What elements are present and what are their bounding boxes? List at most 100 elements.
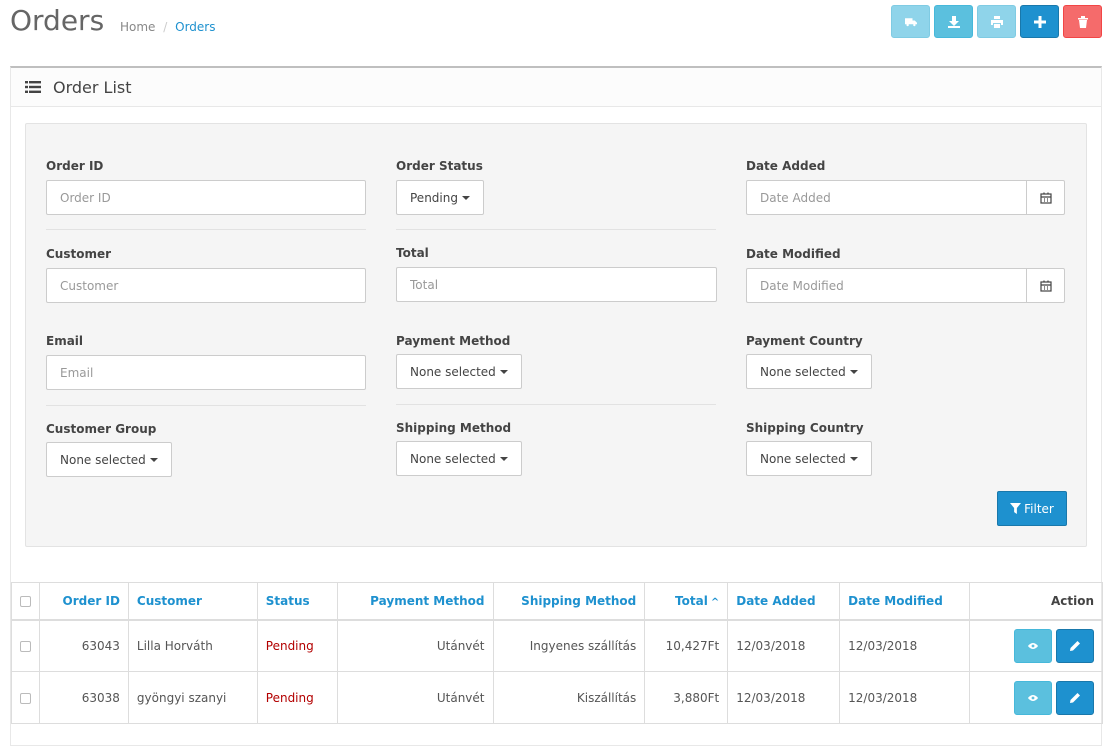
breadcrumb-orders[interactable]: Orders: [175, 20, 215, 34]
date-added-input[interactable]: [746, 180, 1027, 215]
total-input[interactable]: [396, 267, 717, 302]
edit-button[interactable]: [1056, 628, 1094, 663]
payment-method-label: Payment Method: [396, 334, 511, 348]
column-total: Total ^: [644, 582, 729, 621]
column-action: Action: [969, 582, 1103, 621]
date-modified-label: Date Modified: [746, 247, 841, 261]
row-select-cell: [11, 619, 40, 672]
panel-title: Order List: [53, 77, 132, 97]
shipping-country-value: None selected: [760, 451, 846, 466]
cell-status: Pending: [256, 671, 338, 724]
sort-customer-link[interactable]: Customer: [137, 594, 202, 608]
chevron-down-icon: [849, 456, 858, 461]
cell-order-id: 63043: [39, 619, 129, 672]
cell-date-modified: 12/03/2018: [839, 671, 971, 724]
email-input[interactable]: [46, 355, 366, 390]
view-button[interactable]: [1014, 680, 1052, 715]
pencil-icon: [1070, 640, 1080, 651]
view-button[interactable]: [1014, 628, 1052, 663]
date-added-calendar-button[interactable]: [1026, 180, 1065, 215]
header-toolbar: [891, 5, 1102, 38]
eye-icon: [1028, 642, 1038, 649]
sort-shipping-method-link[interactable]: Shipping Method: [521, 594, 636, 608]
email-label: Email: [46, 334, 84, 348]
chevron-down-icon: [149, 457, 158, 462]
customer-group-value: None selected: [60, 452, 146, 467]
order-id-label: Order ID: [46, 159, 104, 173]
cell-date-modified: 12/03/2018: [839, 619, 971, 672]
customer-group-select[interactable]: None selected: [46, 442, 172, 477]
filter-panel: Order ID Order Status Pending Date Added…: [25, 123, 1087, 547]
cell-action: [969, 671, 1103, 724]
delete-button[interactable]: [1063, 5, 1102, 38]
sort-status-link[interactable]: Status: [266, 594, 310, 608]
table-row: 63038 gyöngyi szanyi Pending Utánvét Kis…: [11, 671, 1103, 724]
customer-input[interactable]: [46, 268, 366, 303]
sort-total-link[interactable]: Total ^: [675, 594, 719, 608]
payment-country-label: Payment Country: [746, 334, 863, 348]
column-shipping-method: Shipping Method: [492, 582, 646, 621]
row-checkbox[interactable]: [20, 692, 31, 704]
sort-date-modified-link[interactable]: Date Modified: [848, 594, 943, 608]
column-date-added: Date Added: [727, 582, 841, 621]
column-total-label: Total: [675, 593, 708, 608]
column-status: Status: [256, 582, 338, 621]
chevron-down-icon: [499, 456, 508, 461]
plus-icon: [1033, 15, 1046, 28]
payment-method-value: None selected: [410, 364, 496, 379]
filter-button-label: Filter: [1024, 501, 1054, 516]
shipping-country-select[interactable]: None selected: [746, 441, 872, 476]
calendar-icon: [1039, 280, 1052, 292]
orders-table: Order ID Customer Status Payment Method …: [11, 582, 1103, 724]
shipping-method-value: None selected: [410, 451, 496, 466]
payment-country-value: None selected: [760, 364, 846, 379]
chevron-down-icon: [849, 369, 858, 374]
payment-country-select[interactable]: None selected: [746, 354, 872, 389]
order-status-select[interactable]: Pending: [396, 180, 484, 215]
sort-payment-method-link[interactable]: Payment Method: [370, 594, 484, 608]
add-button[interactable]: [1020, 5, 1059, 38]
print-icon: [990, 15, 1003, 28]
sort-order-id-link[interactable]: Order ID: [63, 594, 120, 608]
pencil-icon: [1070, 692, 1080, 703]
divider: [396, 404, 716, 405]
shipping-method-select[interactable]: None selected: [396, 441, 522, 476]
order-id-input[interactable]: [46, 180, 366, 215]
print-button[interactable]: [977, 5, 1016, 38]
sort-date-added-link[interactable]: Date Added: [736, 594, 815, 608]
filter-icon: [1010, 503, 1022, 514]
cell-total: 10,427Ft: [644, 619, 729, 672]
date-modified-input[interactable]: [746, 268, 1027, 303]
cell-status: Pending: [256, 619, 338, 672]
list-icon: [25, 81, 41, 93]
calendar-icon: [1039, 192, 1052, 204]
page-header: Orders Home / Orders: [10, 0, 1102, 60]
shipping-button[interactable]: [891, 5, 930, 38]
cell-date-added: 12/03/2018: [727, 671, 841, 724]
date-modified-calendar-button[interactable]: [1026, 268, 1065, 303]
cell-shipping-method: Kiszállítás: [492, 671, 646, 724]
column-order-id: Order ID: [39, 582, 129, 621]
chevron-down-icon: [499, 369, 508, 374]
breadcrumb-home[interactable]: Home: [120, 20, 155, 34]
order-list-panel: Order List Order ID Order Status Pending…: [10, 66, 1103, 746]
select-all-checkbox[interactable]: [20, 595, 31, 607]
truck-icon: [904, 17, 917, 26]
customer-label: Customer: [46, 247, 112, 261]
filter-button[interactable]: Filter: [997, 491, 1067, 526]
trash-icon: [1077, 15, 1088, 28]
cell-date-added: 12/03/2018: [727, 619, 841, 672]
download-button[interactable]: [934, 5, 973, 38]
column-customer: Customer: [127, 582, 258, 621]
cell-total: 3,880Ft: [644, 671, 729, 724]
chevron-down-icon: [461, 195, 470, 200]
download-icon: [947, 15, 960, 28]
page-title: Orders: [10, 4, 105, 37]
breadcrumb-separator: /: [163, 20, 168, 34]
row-checkbox[interactable]: [20, 640, 31, 652]
cell-payment-method: Utánvét: [336, 671, 494, 724]
row-select-cell: [11, 671, 40, 724]
edit-button[interactable]: [1056, 680, 1094, 715]
payment-method-select[interactable]: None selected: [396, 354, 522, 389]
date-added-label: Date Added: [746, 159, 826, 173]
